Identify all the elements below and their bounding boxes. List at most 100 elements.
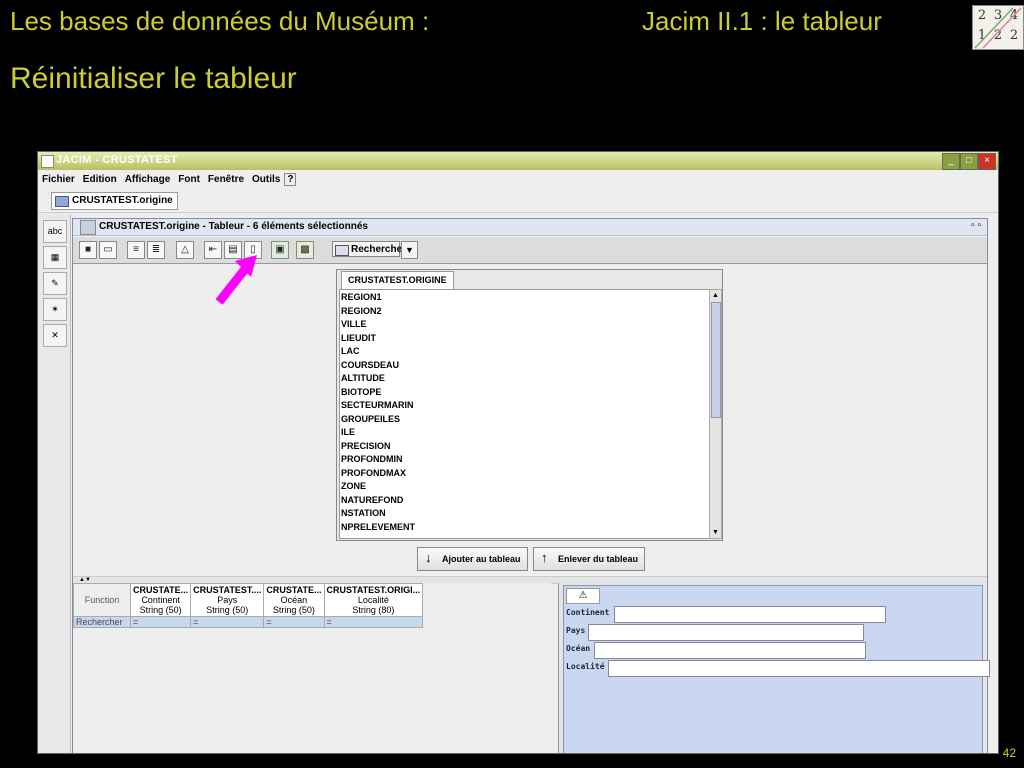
- menu-fichier[interactable]: Fichier: [38, 171, 79, 185]
- text-tool-button[interactable]: abc: [43, 220, 67, 243]
- form-edit-icon[interactable]: ⚠: [566, 588, 600, 604]
- maximize-button[interactable]: □: [960, 153, 978, 170]
- field-list-panel: CRUSTATEST.ORIGINE REGION1 REGION2 VILLE LI…: [336, 269, 723, 541]
- column-header[interactable]: CRUSTATEST.... Pays String (50): [190, 583, 265, 617]
- field-list-item[interactable]: ALTITUDE: [340, 372, 709, 386]
- menu-outils[interactable]: Outils: [248, 171, 284, 185]
- column-header[interactable]: CRUSTATE... Continent String (50): [129, 583, 192, 617]
- close-button[interactable]: ×: [978, 153, 996, 170]
- field-list-item[interactable]: SECTEURMARIN: [340, 399, 709, 413]
- field-list-item[interactable]: BIOTOPE: [340, 386, 709, 400]
- localite-field[interactable]: [608, 660, 990, 677]
- ocean-field[interactable]: [594, 642, 866, 659]
- pays-field[interactable]: [588, 624, 864, 641]
- grid-icon[interactable]: ▦: [43, 246, 67, 269]
- table-panel: Function CRUSTATE... Continent String (50)…: [73, 583, 551, 753]
- export-icon[interactable]: ▣: [271, 241, 289, 259]
- column-header[interactable]: CRUSTATEST.ORIGI... Localité String (80): [323, 583, 424, 617]
- field-list-item[interactable]: NATUREFOND: [340, 494, 709, 508]
- add-to-table-label: Ajouter au tableau: [442, 554, 521, 564]
- function-row-label: Function: [73, 583, 131, 617]
- field-list-item[interactable]: NPRELEVEMENT: [340, 521, 709, 535]
- field-list-item[interactable]: REGION2: [340, 305, 709, 319]
- search-button[interactable]: Rechercher: [332, 241, 406, 257]
- print-preview-icon[interactable]: ≣: [147, 241, 165, 259]
- menu-edition[interactable]: Edition: [79, 171, 121, 185]
- tab-label: CRUSTATEST.origine: [72, 195, 173, 206]
- pointer-arrow: [215, 255, 257, 305]
- window-title: JACIM - CRUSTATEST: [56, 154, 178, 166]
- field-list-item[interactable]: PROFONDMIN: [340, 453, 709, 467]
- page-number: 42: [1002, 746, 1016, 760]
- column-name: Continent: [141, 595, 180, 605]
- window-titlebar[interactable]: JACIM - CRUSTATEST _ □ ×: [38, 152, 998, 170]
- scroll-up-icon[interactable]: ▲: [710, 290, 721, 301]
- data-table: Function CRUSTATE... Continent String (50)…: [73, 583, 424, 628]
- slide-title-right: Jacim II.1 : le tableur: [642, 6, 882, 36]
- print-icon[interactable]: ≡: [127, 241, 145, 259]
- field-list-item[interactable]: ILE: [340, 426, 709, 440]
- field-list-scrollbar[interactable]: ▲ ▼: [709, 289, 722, 539]
- field-list-item[interactable]: PRECISION: [340, 440, 709, 454]
- tab-crustatest-origine[interactable]: CRUSTATEST.origine: [51, 192, 178, 210]
- field-list-item[interactable]: REGION1: [340, 291, 709, 305]
- open-icon[interactable]: ▭: [99, 241, 117, 259]
- search-cell[interactable]: =: [263, 616, 325, 628]
- column-type: String (80): [352, 605, 395, 615]
- slide-subtitle: Réinitialiser le tableur: [10, 62, 297, 95]
- database-icon: [55, 196, 69, 207]
- search-cell[interactable]: =: [323, 616, 424, 628]
- field-label-ocean: Océan: [566, 644, 591, 653]
- search-row-label: Rechercher: [73, 616, 131, 628]
- column-header[interactable]: CRUSTATE... Océan String (50): [263, 583, 325, 617]
- continent-field[interactable]: [614, 606, 886, 623]
- field-list-item[interactable]: ZONE: [340, 480, 709, 494]
- arrow-down-icon: ↓: [425, 550, 432, 565]
- search-cell[interactable]: =: [190, 616, 265, 628]
- search-dropdown-icon[interactable]: ▼: [401, 241, 418, 259]
- form-panel-container: ⚠ Continent Pays Océan Localité: [558, 583, 990, 753]
- logo-lines: [974, 7, 1022, 49]
- field-list-item[interactable]: NSTATION: [340, 507, 709, 521]
- pencil-icon[interactable]: ✎: [43, 272, 67, 295]
- field-list-item[interactable]: VILLE: [340, 318, 709, 332]
- field-label-continent: Continent: [566, 608, 610, 617]
- window-controls-icon[interactable]: ▫ ▫: [971, 220, 981, 231]
- save-icon[interactable]: ■: [79, 241, 97, 259]
- minimize-button[interactable]: _: [942, 153, 960, 170]
- scrollbar-thumb[interactable]: [711, 302, 721, 418]
- scroll-down-icon[interactable]: ▼: [710, 527, 721, 538]
- spreadsheet-titlebar[interactable]: CRUSTATEST.origine - Tableur - 6 élément…: [73, 219, 987, 236]
- logo: 2 3 4 1 2 2: [972, 5, 1024, 50]
- app-window: JACIM - CRUSTATEST _ □ × Fichier Edition A…: [37, 151, 999, 754]
- menu-affichage[interactable]: Affichage: [121, 171, 175, 185]
- menu-font[interactable]: Font: [174, 171, 204, 185]
- search-row: Rechercher = = = =: [73, 616, 424, 628]
- image-icon[interactable]: ▩: [296, 241, 314, 259]
- column-name: Pays: [217, 595, 238, 605]
- field-list-tab[interactable]: CRUSTATEST.ORIGINE: [341, 271, 454, 289]
- column-header-title: CRUSTATE...: [266, 585, 322, 595]
- column-type: String (50): [206, 605, 249, 615]
- field-list-item[interactable]: LAC: [340, 345, 709, 359]
- column-type: String (50): [272, 605, 315, 615]
- search-icon: [335, 245, 349, 256]
- table-header-row: Function CRUSTATE... Continent String (50)…: [73, 583, 424, 617]
- field-list-item[interactable]: LIEUDIT: [340, 332, 709, 346]
- remove-from-table-button[interactable]: ↑ Enlever du tableau: [533, 547, 646, 571]
- wrench-icon[interactable]: ✕: [43, 324, 67, 347]
- field-list-item[interactable]: PROFONDMAX: [340, 467, 709, 481]
- field-list[interactable]: REGION1 REGION2 VILLE LIEUDIT LAC COURSDEAU AL…: [339, 289, 710, 539]
- add-to-table-button[interactable]: ↓ Ajouter au tableau: [417, 547, 528, 571]
- menu-fenetre[interactable]: Fenêtre: [204, 171, 248, 185]
- field-list-item[interactable]: COURSDEAU: [340, 359, 709, 373]
- database-tabbar: CRUSTATEST.origine: [38, 190, 998, 213]
- search-cell[interactable]: =: [129, 616, 192, 628]
- field-list-item[interactable]: GROUPEILES: [340, 413, 709, 427]
- column-header-title: CRUSTATE...: [133, 585, 189, 595]
- edit-form-icon[interactable]: △: [176, 241, 194, 259]
- menu-help[interactable]: ?: [284, 173, 297, 186]
- slide-title-left: Les bases de données du Muséum :: [10, 6, 430, 36]
- tools-icon[interactable]: ✶: [43, 298, 67, 321]
- search-button-label: Rechercher: [351, 244, 407, 255]
